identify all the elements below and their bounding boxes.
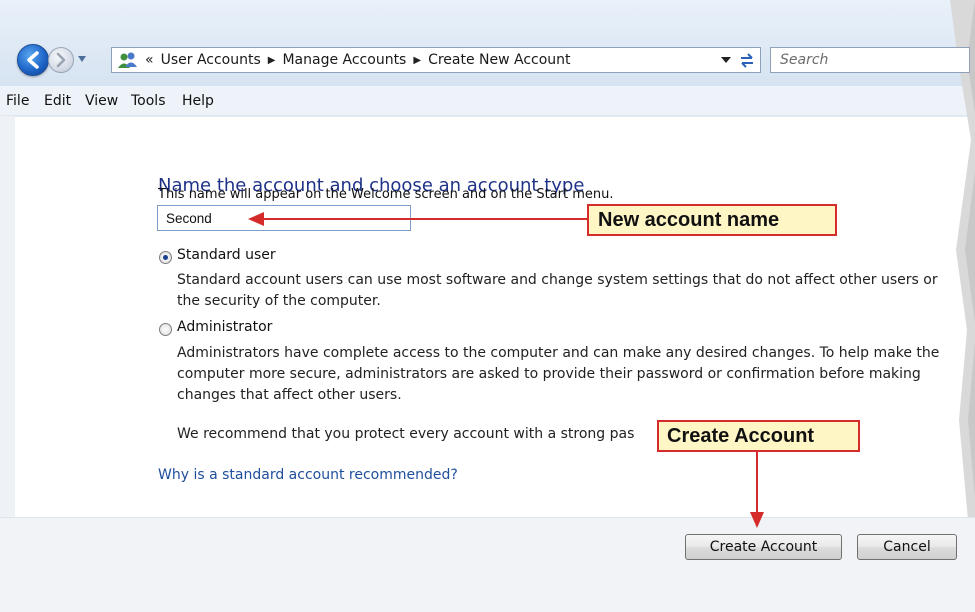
address-dropdown-icon[interactable] (720, 55, 732, 65)
search-input[interactable]: Search (770, 47, 970, 73)
footer-bar (0, 518, 975, 612)
menu-tools[interactable]: Tools (131, 93, 166, 109)
standard-user-radio[interactable] (159, 251, 172, 264)
breadcrumb-overflow[interactable]: « (145, 52, 154, 68)
menu-file[interactable]: File (6, 93, 29, 109)
menu-help[interactable]: Help (182, 93, 214, 109)
back-icon (27, 51, 39, 69)
breadcrumb-user-accounts[interactable]: User Accounts (161, 52, 261, 68)
users-icon (118, 52, 137, 68)
refresh-icon[interactable] (738, 51, 756, 69)
address-bar[interactable]: « User Accounts ▶ Manage Accounts ▶ Crea… (111, 47, 761, 73)
menu-bar: File Edit View Tools Help (0, 89, 975, 115)
forward-icon (56, 52, 66, 68)
breadcrumb-separator-icon[interactable]: ▶ (268, 55, 276, 66)
account-name-input[interactable] (157, 205, 411, 231)
back-button[interactable] (17, 44, 49, 76)
search-placeholder: Search (780, 52, 829, 68)
callout-create-account: Create Account (657, 420, 860, 452)
administrator-description: Administrators have complete access to t… (177, 345, 940, 403)
why-standard-account-link[interactable]: Why is a standard account recommended? (158, 467, 458, 483)
administrator-radio[interactable] (159, 323, 172, 336)
forward-button[interactable] (48, 47, 74, 73)
standard-user-label[interactable]: Standard user (177, 247, 276, 263)
menu-view[interactable]: View (85, 93, 118, 109)
callout-new-account-name: New account name (587, 204, 837, 236)
breadcrumb-create-new-account[interactable]: Create New Account (428, 52, 570, 68)
breadcrumb-separator-icon[interactable]: ▶ (413, 55, 421, 66)
breadcrumb-manage-accounts[interactable]: Manage Accounts (282, 52, 406, 68)
name-description: This name will appear on the Welcome scr… (158, 187, 614, 202)
create-account-button[interactable]: Create Account (685, 534, 842, 560)
administrator-label[interactable]: Administrator (177, 319, 272, 335)
menu-edit[interactable]: Edit (44, 93, 71, 109)
standard-user-description: Standard account users can use most soft… (177, 272, 938, 309)
password-recommendation: We recommend that you protect every acco… (177, 426, 635, 442)
history-dropdown-icon[interactable] (75, 52, 89, 66)
cancel-button[interactable]: Cancel (857, 534, 957, 560)
